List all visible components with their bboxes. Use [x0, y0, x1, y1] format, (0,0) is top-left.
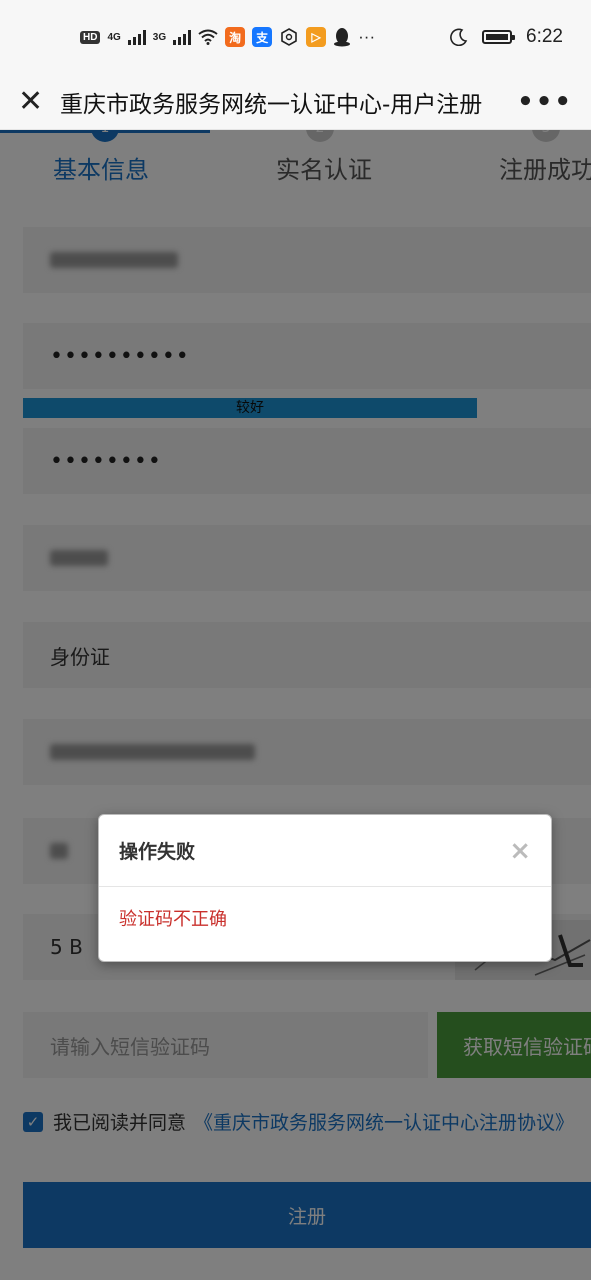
taobao-icon: 淘 [225, 27, 246, 47]
qq-icon [334, 28, 351, 47]
dialog-title: 操作失败 [119, 841, 196, 863]
modal-backdrop[interactable] [0, 130, 591, 1280]
page-title: 重庆市政务服务网统一认证中心-用户注册 [60, 91, 483, 118]
hd-badge: HD [80, 30, 101, 44]
wifi-icon [198, 29, 218, 45]
title-bar: ✕ 重庆市政务服务网统一认证中心-用户注册 ••• [0, 74, 591, 130]
more-menu-button[interactable]: ••• [507, 87, 573, 117]
dialog-header: 操作失败 × [99, 815, 551, 887]
sim2-label: 3G [152, 31, 167, 43]
hexagon-icon [281, 28, 297, 46]
status-left: HD 4G 3G 淘 支 ▷ ··· [80, 27, 375, 47]
moon-icon [450, 28, 468, 46]
status-bar: HD 4G 3G 淘 支 ▷ ··· 6:22 [0, 0, 591, 74]
dialog-close-icon[interactable]: × [509, 838, 531, 864]
signal-icon [173, 29, 192, 45]
signal-icon [127, 29, 146, 45]
video-app-icon: ▷ [306, 27, 327, 47]
dialog-message: 验证码不正确 [119, 909, 227, 930]
battery-icon [482, 30, 516, 44]
sim1-label: 4G [107, 31, 121, 43]
alipay-icon: 支 [252, 27, 273, 47]
more-notifications: ··· [358, 27, 376, 46]
clock: 6:22 [526, 26, 563, 47]
close-icon[interactable]: ✕ [18, 86, 58, 117]
error-dialog: 操作失败 × 验证码不正确 [98, 814, 552, 962]
status-right: 6:22 [450, 26, 563, 48]
